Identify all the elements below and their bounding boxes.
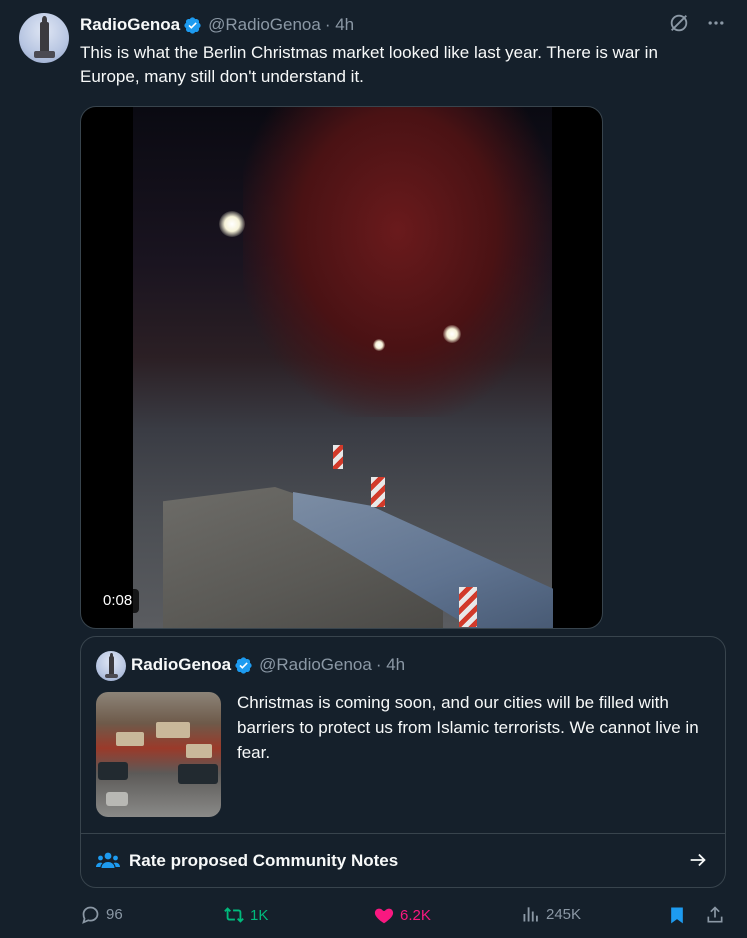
tweet-video[interactable] [80,106,603,629]
tweet-header: RadioGenoa @RadioGenoa · 4h [80,14,354,36]
quoted-tweet[interactable]: RadioGenoa @RadioGenoa · 4h Christmas is… [80,636,726,888]
repost-icon [224,907,244,923]
share-icon [707,906,723,923]
views-button[interactable]: 245K [521,904,581,924]
like-icon [374,908,394,924]
reply-icon [82,906,99,924]
quoted-tweet-time: · 4h [375,655,406,674]
tweet-text: This is what the Berlin Christmas market… [80,43,658,86]
quoted-tweet-header: RadioGenoa @RadioGenoa · 4h [131,655,405,675]
like-count: 6.2K [400,906,431,924]
author-name[interactable]: RadioGenoa [80,15,180,35]
bookmark-button[interactable] [667,904,687,926]
quoted-author-name: RadioGenoa [131,655,232,674]
repost-count: 1K [250,906,269,924]
grok-icon[interactable] [668,12,690,34]
repost-button[interactable]: 1K [223,904,268,926]
more-icon[interactable] [706,13,726,33]
quoted-author-handle: @RadioGenoa [259,655,372,674]
quoted-tweet-image[interactable] [96,692,221,817]
verified-badge-icon [184,16,201,34]
like-button[interactable]: 6.2K [373,904,431,926]
community-notes-bar[interactable]: Rate proposed Community Notes [81,833,725,887]
people-icon [96,850,120,877]
video-frame [133,107,553,628]
views-count: 245K [546,905,582,923]
quoted-tweet-text: Christmas is coming soon, and our cities… [237,693,699,762]
tweet-time[interactable]: · 4h [325,15,354,35]
author-handle[interactable]: @RadioGenoa [208,15,321,35]
video-duration: 0:08 [96,589,140,613]
engagement-bar: 96 1K 6.2K 245K [80,904,730,928]
views-icon [523,907,538,922]
quoted-author-avatar [96,651,126,681]
bookmark-icon [671,907,683,924]
community-notes-label[interactable]: Rate proposed Community Notes [129,851,398,871]
share-button[interactable] [705,904,725,926]
reply-button[interactable]: 96 [80,904,123,925]
arrow-right-icon[interactable] [687,849,709,876]
author-avatar[interactable] [19,13,69,63]
verified-badge-icon [235,656,252,674]
tweet-top-actions [668,12,726,34]
reply-count: 96 [106,906,123,923]
